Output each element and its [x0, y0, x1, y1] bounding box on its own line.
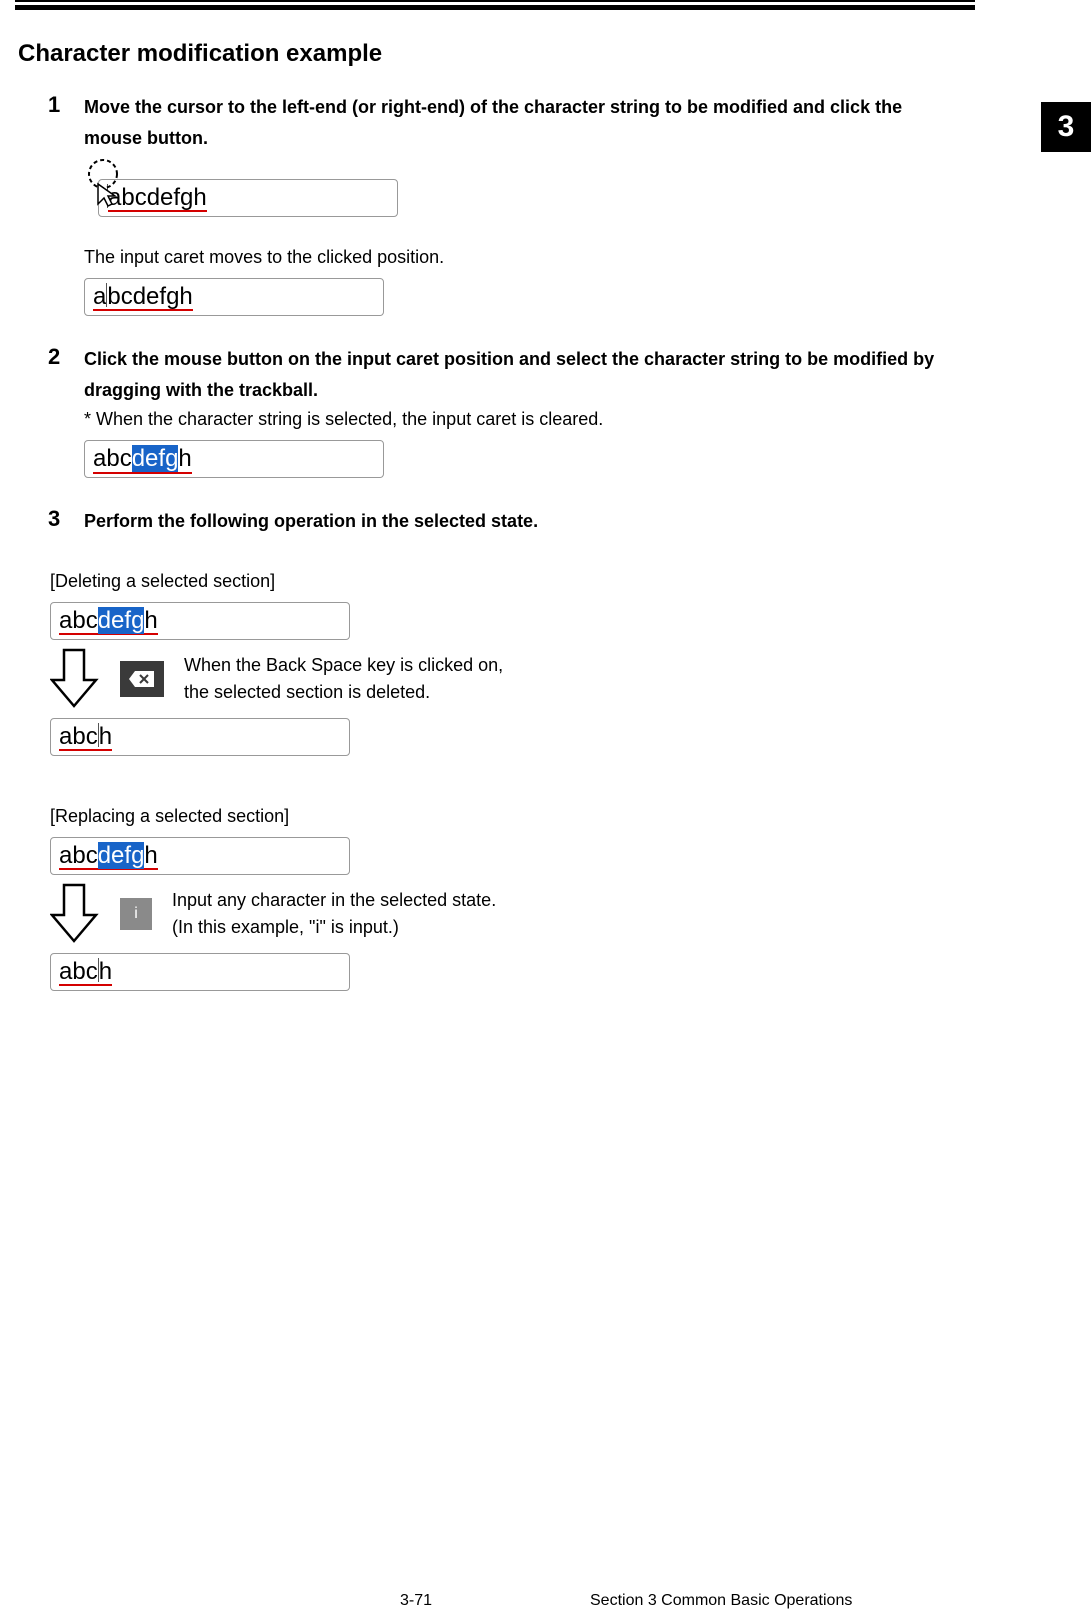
section-label: Section 3 Common Basic Operations [590, 1592, 852, 1610]
rep-res-pre: abc [59, 958, 98, 985]
delete-heading: [Deleting a selected section] [50, 571, 1073, 592]
sel-mid: defg [132, 445, 179, 472]
backspace-key-icon [120, 661, 164, 697]
rep-post: h [144, 842, 157, 869]
step-instruction: Click the mouse button on the input care… [84, 344, 953, 405]
textbox-example-cursor: abcdefgh [98, 179, 398, 217]
step1-caption: The input caret moves to the clicked pos… [84, 247, 1073, 268]
chapter-tab: 3 [1041, 102, 1091, 152]
del-pre: abc [59, 607, 98, 634]
page-number: 3-71 [400, 1592, 432, 1610]
char-a: a [93, 283, 106, 310]
page-title: Character modification example [18, 40, 1073, 68]
click-cursor-icon [81, 158, 135, 218]
arrow-down-icon [50, 648, 100, 710]
replace-before-box: abcdefgh [50, 837, 350, 875]
rep-sel: defg [98, 842, 145, 869]
del-sel: defg [98, 607, 145, 634]
step-note: * When the character string is selected,… [84, 409, 953, 430]
replace-heading: [Replacing a selected section] [50, 806, 1073, 827]
replace-desc-2: (In this example, "i" is input.) [172, 914, 496, 941]
sel-pre: abc [93, 445, 132, 472]
step-number: 1 [48, 92, 84, 153]
delete-after-box: abch [50, 718, 350, 756]
char-rest: bcdefgh [107, 283, 192, 310]
replace-desc-1: Input any character in the selected stat… [172, 887, 496, 914]
rep-pre: abc [59, 842, 98, 869]
step-3: 3 Perform the following operation in the… [48, 506, 1073, 537]
del-res-post: h [99, 723, 112, 750]
delete-desc-1: When the Back Space key is clicked on, [184, 652, 503, 679]
delete-before-box: abcdefgh [50, 602, 350, 640]
step-number: 2 [48, 344, 84, 430]
step-2: 2 Click the mouse button on the input ca… [48, 344, 1073, 430]
textbox-example-selection: abcdefgh [84, 440, 384, 478]
step-instruction: Move the cursor to the left-end (or righ… [84, 92, 953, 153]
delete-desc-2: the selected section is deleted. [184, 679, 503, 706]
replace-after-box: abch [50, 953, 350, 991]
del-res-pre: abc [59, 723, 98, 750]
sel-post: h [178, 445, 191, 472]
del-post: h [144, 607, 157, 634]
textbox-example-caret: abcdefgh [84, 278, 384, 316]
arrow-down-icon [50, 883, 100, 945]
input-key-icon: i [120, 898, 152, 930]
rep-res-post: h [99, 958, 112, 985]
step-number: 3 [48, 506, 84, 537]
step-1: 1 Move the cursor to the left-end (or ri… [48, 92, 1073, 153]
step-instruction: Perform the following operation in the s… [84, 506, 953, 537]
